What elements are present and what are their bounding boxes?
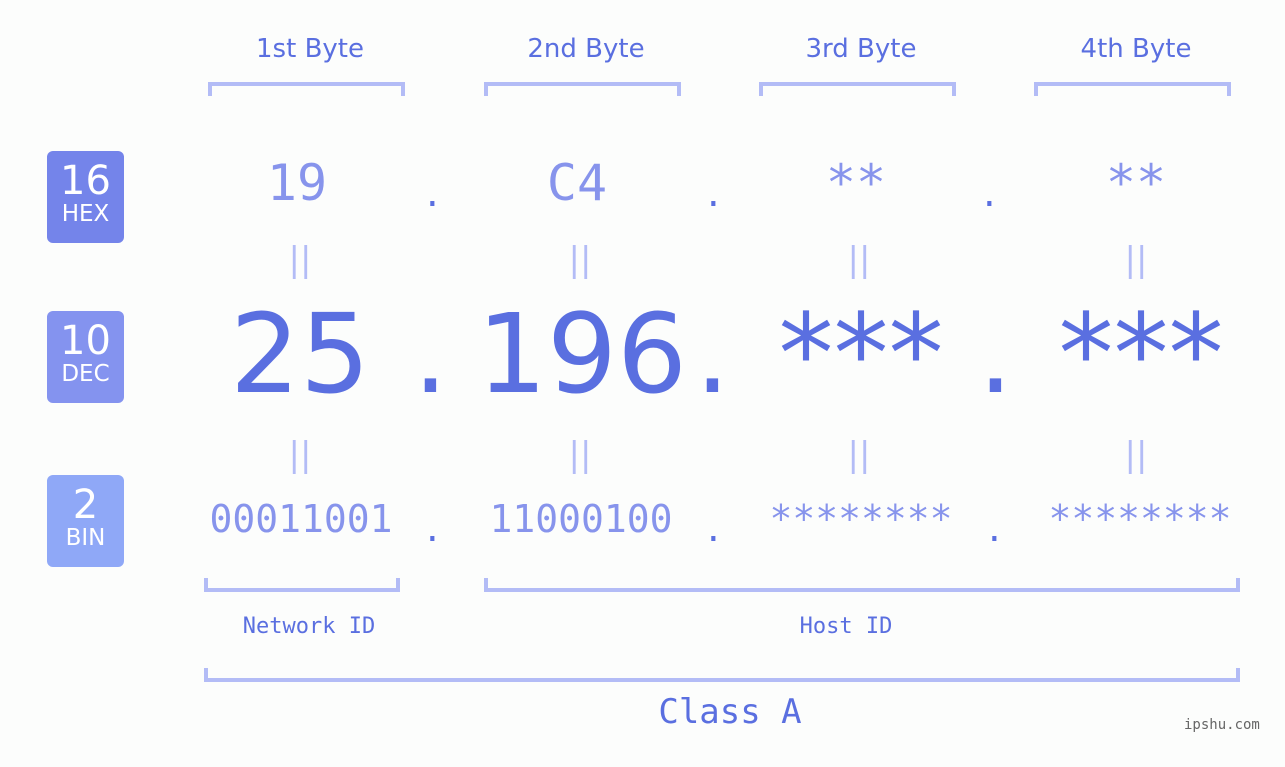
dec-label: DEC: [61, 361, 110, 387]
host-id-bracket: [484, 578, 1240, 592]
bin-dot-1: .: [426, 505, 439, 551]
hex-byte-3: **: [825, 154, 887, 212]
watermark: ipshu.com: [1184, 717, 1260, 733]
hex-byte-1: 19: [266, 154, 328, 212]
bin-badge: 2 BIN: [47, 475, 124, 567]
dec-byte-3: ***: [778, 290, 944, 418]
hex-dot-2: .: [707, 170, 720, 216]
byte-bracket-1: [208, 82, 405, 96]
bin-byte-1: 00011001: [209, 497, 393, 541]
dec-byte-1: 25: [230, 290, 370, 418]
dec-byte-2: 196: [477, 290, 687, 418]
equals-sign: ||: [288, 240, 312, 280]
byte-header-1: 1st Byte: [256, 34, 364, 64]
dec-base: 10: [60, 318, 111, 364]
hex-dot-3: .: [983, 170, 996, 216]
equals-sign: ||: [847, 435, 871, 475]
dec-byte-4: ***: [1058, 290, 1224, 418]
bin-dot-3: .: [988, 505, 1001, 551]
equals-sign: ||: [568, 435, 592, 475]
dec-badge: 10 DEC: [47, 311, 124, 403]
byte-bracket-4: [1034, 82, 1231, 96]
hex-byte-4: **: [1105, 154, 1167, 212]
byte-bracket-3: [759, 82, 956, 96]
equals-sign: ||: [568, 240, 592, 280]
equals-sign: ||: [1124, 435, 1148, 475]
bin-byte-4: ********: [1048, 497, 1232, 541]
bin-dot-2: .: [707, 505, 720, 551]
class-bracket: [204, 668, 1240, 682]
bin-byte-2: 11000100: [489, 497, 673, 541]
hex-byte-2: C4: [546, 154, 608, 212]
byte-bracket-2: [484, 82, 681, 96]
equals-sign: ||: [847, 240, 871, 280]
hex-label: HEX: [61, 201, 110, 227]
bin-label: BIN: [65, 525, 106, 551]
network-id-bracket: [204, 578, 400, 592]
bin-base: 2: [72, 482, 99, 528]
byte-header-3: 3rd Byte: [805, 34, 917, 64]
host-id-label: Host ID: [799, 614, 893, 639]
byte-header-2: 2nd Byte: [527, 34, 645, 64]
hex-dot-1: .: [426, 170, 439, 216]
network-id-label: Network ID: [242, 614, 376, 639]
equals-sign: ||: [288, 435, 312, 475]
class-label: Class A: [658, 692, 802, 732]
dec-dot-1: .: [413, 290, 448, 418]
dec-dot-2: .: [695, 290, 730, 418]
equals-sign: ||: [1124, 240, 1148, 280]
hex-base: 16: [60, 158, 111, 204]
byte-header-4: 4th Byte: [1080, 34, 1192, 64]
bin-byte-3: ********: [769, 497, 953, 541]
hex-badge: 16 HEX: [47, 151, 124, 243]
dec-dot-3: .: [978, 290, 1013, 418]
